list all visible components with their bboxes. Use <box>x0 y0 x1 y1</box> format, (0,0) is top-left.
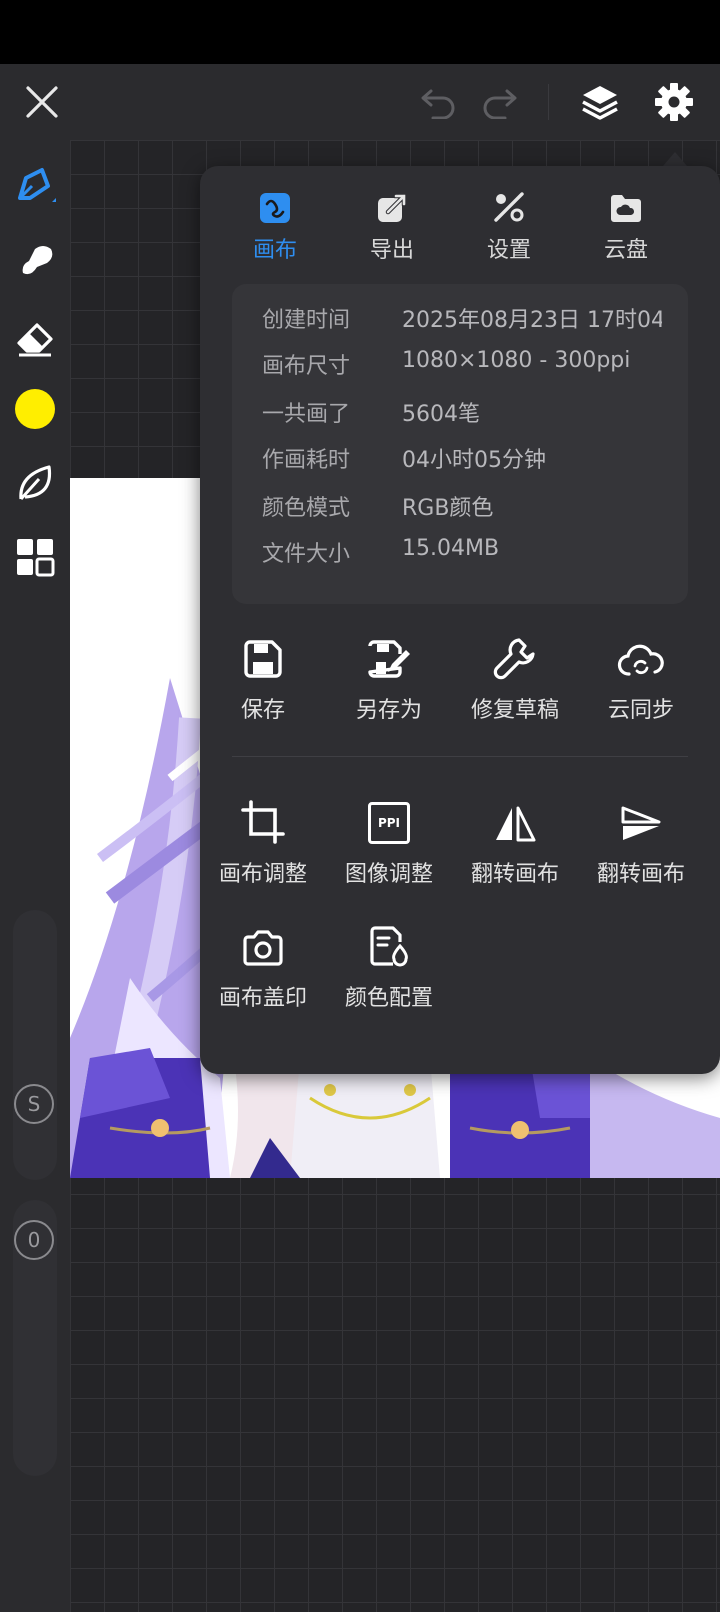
flip-horizontal-button[interactable]: 翻转画布 <box>452 792 578 892</box>
close-button[interactable] <box>18 78 66 126</box>
save-button[interactable]: 保存 <box>200 628 326 728</box>
redo-button[interactable] <box>476 78 524 126</box>
info-key: 作画耗时 <box>262 448 351 473</box>
color-picker-button[interactable] <box>10 384 60 434</box>
settings-button[interactable] <box>650 78 698 126</box>
tab-label: 画布 <box>252 238 297 263</box>
info-value: 5604笔 <box>402 402 480 427</box>
save-as-button[interactable]: 另存为 <box>326 628 452 728</box>
action-label: 颜色配置 <box>344 986 433 1011</box>
cloud-sync-icon <box>617 644 664 676</box>
color-profile-icon <box>370 926 408 967</box>
export-icon <box>378 193 407 222</box>
close-icon <box>26 86 58 118</box>
leaf-icon <box>19 465 52 501</box>
repair-draft-button[interactable]: 修复草稿 <box>452 628 578 728</box>
brush-tool[interactable] <box>10 160 60 210</box>
undo-icon <box>421 89 455 119</box>
brush-size-knob[interactable]: S <box>14 1084 54 1124</box>
info-key: 一共画了 <box>262 402 351 427</box>
tab-label: 设置 <box>486 238 531 263</box>
leaf-tool[interactable] <box>10 458 60 508</box>
canvas-info-card: 创建时间 2025年08月23日 17时04分 画布尺寸 1080×1080 -… <box>232 284 688 604</box>
panel-tabs: 画布 导出 设置 云盘 <box>200 166 720 286</box>
color-profile-button[interactable]: 颜色配置 <box>326 916 452 1016</box>
brush-icon <box>18 168 56 202</box>
tab-cloud-drive[interactable]: 云盘 <box>571 184 681 274</box>
canvas-adjust-button[interactable]: 画布调整 <box>200 792 326 892</box>
tab-settings[interactable]: 设置 <box>454 184 564 274</box>
action-label: 修复草稿 <box>470 698 559 723</box>
layers-button[interactable] <box>576 78 624 126</box>
tab-label: 云盘 <box>603 238 648 263</box>
panel-pointer <box>663 152 687 166</box>
info-value: 15.04MB <box>402 536 500 561</box>
menu-divider <box>232 756 688 757</box>
grid-icon <box>17 539 55 577</box>
save-as-icon <box>368 640 410 678</box>
tab-export[interactable]: 导出 <box>337 184 447 274</box>
smudge-icon <box>22 246 53 275</box>
info-value: 04小时05分钟 <box>402 448 546 473</box>
color-swatch <box>15 389 55 429</box>
ppi-icon: PPI <box>368 802 410 844</box>
action-label: 翻转画布 <box>470 862 559 887</box>
undo-button[interactable] <box>414 78 462 126</box>
info-key: 创建时间 <box>262 308 351 333</box>
action-label: 画布盖印 <box>218 986 307 1011</box>
canvas-icon <box>260 193 290 223</box>
action-label: 画布调整 <box>218 862 307 887</box>
cloud-sync-button[interactable]: 云同步 <box>578 628 704 728</box>
action-label: 翻转画布 <box>596 862 685 887</box>
image-adjust-button[interactable]: PPI 图像调整 <box>326 792 452 892</box>
tab-canvas[interactable]: 画布 <box>220 184 330 274</box>
flip-vertical-button[interactable]: 翻转画布 <box>578 792 704 892</box>
divider <box>548 84 549 120</box>
eraser-tool[interactable] <box>10 312 60 362</box>
flip-vertical-icon <box>621 806 661 840</box>
grid-tool[interactable] <box>10 532 60 582</box>
flip-horizontal-icon <box>496 806 536 842</box>
info-value: 1080×1080 - 300ppi <box>402 348 631 373</box>
info-key: 颜色模式 <box>262 496 351 521</box>
info-value: 2025年08月23日 17时04分 <box>402 308 662 330</box>
settings-icon <box>494 192 524 222</box>
status-bar <box>0 0 720 64</box>
action-label: 另存为 <box>355 698 422 723</box>
gear-icon <box>655 83 693 121</box>
canvas-stamp-button[interactable]: 画布盖印 <box>200 916 326 1016</box>
canvas-menu-panel: 画布 导出 设置 云盘 创建时间 2025年08月23日 17时04分 画布尺寸… <box>200 166 720 1074</box>
brush-size-slider[interactable] <box>13 910 57 1180</box>
action-label: 保存 <box>240 698 285 723</box>
ppi-icon-text: PPI <box>377 816 401 830</box>
camera-icon <box>243 930 283 966</box>
layers-icon <box>582 86 618 120</box>
left-toolbar: S 0 <box>0 140 70 1612</box>
info-key: 画布尺寸 <box>262 354 351 379</box>
smudge-tool[interactable] <box>10 236 60 286</box>
top-bar <box>0 64 720 140</box>
save-icon <box>244 640 282 678</box>
action-label: 图像调整 <box>344 862 433 887</box>
eraser-icon <box>17 323 53 357</box>
opacity-knob[interactable]: 0 <box>14 1220 54 1260</box>
tab-label: 导出 <box>369 238 414 263</box>
wrench-icon <box>493 638 535 680</box>
info-value: RGB颜色 <box>402 496 494 521</box>
cloud-drive-icon <box>611 195 641 222</box>
action-label: 云同步 <box>607 698 674 723</box>
redo-icon <box>483 89 517 119</box>
crop-icon <box>241 800 285 844</box>
info-key: 文件大小 <box>262 542 351 567</box>
